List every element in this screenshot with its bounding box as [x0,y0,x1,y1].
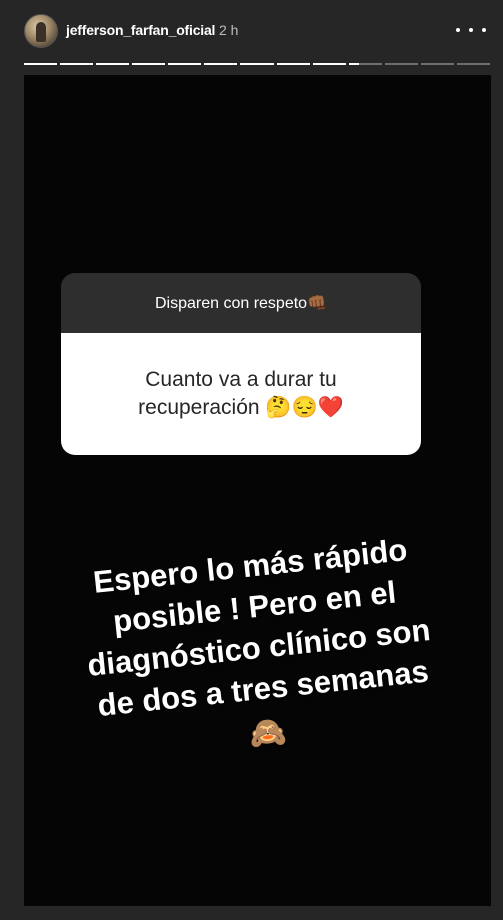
question-sticker: Disparen con respeto👊🏾 Cuanto va a durar… [61,273,421,455]
story-content[interactable]: Disparen con respeto👊🏾 Cuanto va a durar… [24,75,491,906]
progress-segment [168,63,202,65]
progress-segment [384,63,418,65]
story-header: jefferson_farfan_oficial 2 h [0,0,503,60]
username-link[interactable]: jefferson_farfan_oficial [66,22,215,38]
post-time: 2 h [219,22,239,38]
progress-segment [60,63,94,65]
progress-segment [96,63,130,65]
progress-segment [276,63,310,65]
question-prompt: Disparen con respeto👊🏾 [61,273,421,333]
avatar[interactable] [24,14,58,48]
progress-segment [132,63,166,65]
progress-segment-fill [348,63,359,65]
progress-segment [24,63,58,65]
progress-segment [456,63,490,65]
answer-text: Espero lo más rápido posible ! Pero en e… [49,525,469,775]
progress-segment [420,63,454,65]
more-options-icon[interactable] [456,18,486,42]
progress-segment [240,63,274,65]
question-text: Cuanto va a durar tu recuperación 🤔😔❤️ [61,333,421,455]
story-progress-bar [24,63,490,66]
progress-segment [204,63,238,65]
progress-segment [312,63,346,65]
avatar-figure [36,22,46,42]
